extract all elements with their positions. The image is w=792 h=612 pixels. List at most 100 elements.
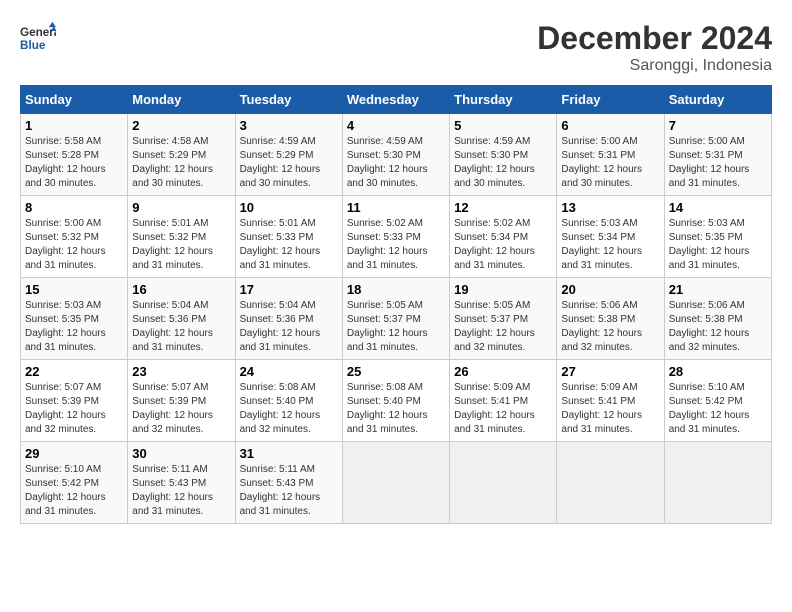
- logo-icon: General Blue: [20, 20, 56, 56]
- calendar-cell: 23Sunrise: 5:07 AMSunset: 5:39 PMDayligh…: [128, 360, 235, 442]
- calendar-cell: 28 Sunrise: 5:10 AMSunset: 5:42 PMDayligh…: [664, 360, 771, 442]
- weekday-header-wednesday: Wednesday: [342, 86, 449, 114]
- day-info: Sunrise: 5:01 AMSunset: 5:32 PMDaylight:…: [132, 217, 230, 273]
- day-number: 11: [347, 200, 445, 215]
- calendar-cell: 5 Sunrise: 4:59 AMSunset: 5:30 PMDaylight…: [450, 114, 557, 196]
- day-info: Sunrise: 5:10 AMSunset: 5:42 PMDaylight:…: [669, 381, 767, 437]
- day-info: Sunrise: 5:03 AMSunset: 5:34 PMDaylight:…: [561, 217, 659, 273]
- calendar-cell: [664, 442, 771, 524]
- calendar-cell: [557, 442, 664, 524]
- location: Saronggi, Indonesia: [537, 57, 772, 75]
- day-info: Sunrise: 5:06 AMSunset: 5:38 PMDaylight:…: [561, 299, 659, 355]
- day-info: Sunrise: 5:09 AMSunset: 5:41 PMDaylight:…: [561, 381, 659, 437]
- calendar-week-row: 15 Sunrise: 5:03 AMSunset: 5:35 PMDayligh…: [21, 278, 772, 360]
- day-number: 22: [25, 364, 123, 379]
- calendar-week-row: 22 Sunrise: 5:07 AMSunset: 5:39 PMDayligh…: [21, 360, 772, 442]
- calendar-cell: 16 Sunrise: 5:04 AMSunset: 5:36 PMDayligh…: [128, 278, 235, 360]
- day-number: 26: [454, 364, 552, 379]
- day-number: 4: [347, 118, 445, 133]
- calendar-cell: 30 Sunrise: 5:11 AMSunset: 5:43 PMDayligh…: [128, 442, 235, 524]
- calendar-cell: [450, 442, 557, 524]
- day-info: Sunrise: 5:05 AMSunset: 5:37 PMDaylight:…: [454, 299, 552, 355]
- day-number: 15: [25, 282, 123, 297]
- calendar-cell: 27 Sunrise: 5:09 AMSunset: 5:41 PMDayligh…: [557, 360, 664, 442]
- day-info: Sunrise: 5:00 AMSunset: 5:32 PMDaylight:…: [25, 217, 123, 273]
- day-info: Sunrise: 5:02 AMSunset: 5:33 PMDaylight:…: [347, 217, 445, 273]
- day-info: Sunrise: 5:01 AMSunset: 5:33 PMDaylight:…: [240, 217, 338, 273]
- weekday-header-friday: Friday: [557, 86, 664, 114]
- weekday-header-monday: Monday: [128, 86, 235, 114]
- day-number: 14: [669, 200, 767, 215]
- day-info: Sunrise: 5:08 AMSunset: 5:40 PMDaylight:…: [347, 381, 445, 437]
- day-number: 28: [669, 364, 767, 379]
- title-block: December 2024 Saronggi, Indonesia: [537, 20, 772, 75]
- calendar-cell: 17 Sunrise: 5:04 AMSunset: 5:36 PMDayligh…: [235, 278, 342, 360]
- calendar-cell: 4 Sunrise: 4:59 AMSunset: 5:30 PMDaylight…: [342, 114, 449, 196]
- calendar-cell: 8 Sunrise: 5:00 AMSunset: 5:32 PMDaylight…: [21, 196, 128, 278]
- calendar-cell: 31 Sunrise: 5:11 AMSunset: 5:43 PMDayligh…: [235, 442, 342, 524]
- calendar-cell: 12 Sunrise: 5:02 AMSunset: 5:34 PMDayligh…: [450, 196, 557, 278]
- day-info: Sunrise: 5:00 AMSunset: 5:31 PMDaylight:…: [561, 135, 659, 191]
- day-number: 8: [25, 200, 123, 215]
- day-number: 21: [669, 282, 767, 297]
- day-info: Sunrise: 5:08 AMSunset: 5:40 PMDaylight:…: [240, 381, 338, 437]
- weekday-header-thursday: Thursday: [450, 86, 557, 114]
- day-number: 30: [132, 446, 230, 461]
- day-number: 18: [347, 282, 445, 297]
- svg-text:Blue: Blue: [20, 39, 46, 52]
- calendar-cell: 18Sunrise: 5:05 AMSunset: 5:37 PMDayligh…: [342, 278, 449, 360]
- calendar-cell: 2 Sunrise: 4:58 AMSunset: 5:29 PMDaylight…: [128, 114, 235, 196]
- weekday-header-tuesday: Tuesday: [235, 86, 342, 114]
- calendar-cell: 26 Sunrise: 5:09 AMSunset: 5:41 PMDayligh…: [450, 360, 557, 442]
- day-info: Sunrise: 4:59 AMSunset: 5:30 PMDaylight:…: [454, 135, 552, 191]
- calendar-cell: 24Sunrise: 5:08 AMSunset: 5:40 PMDayligh…: [235, 360, 342, 442]
- day-number: 16: [132, 282, 230, 297]
- calendar-week-row: 1 Sunrise: 5:58 AMSunset: 5:28 PMDaylight…: [21, 114, 772, 196]
- day-info: Sunrise: 5:04 AMSunset: 5:36 PMDaylight:…: [132, 299, 230, 355]
- day-info: Sunrise: 4:59 AMSunset: 5:30 PMDaylight:…: [347, 135, 445, 191]
- calendar-cell: 11 Sunrise: 5:02 AMSunset: 5:33 PMDayligh…: [342, 196, 449, 278]
- day-number: 31: [240, 446, 338, 461]
- day-number: 12: [454, 200, 552, 215]
- day-number: 10: [240, 200, 338, 215]
- day-info: Sunrise: 4:59 AMSunset: 5:29 PMDaylight:…: [240, 135, 338, 191]
- day-info: Sunrise: 5:58 AMSunset: 5:28 PMDaylight:…: [25, 135, 123, 191]
- day-number: 23: [132, 364, 230, 379]
- day-info: Sunrise: 5:02 AMSunset: 5:34 PMDaylight:…: [454, 217, 552, 273]
- day-number: 9: [132, 200, 230, 215]
- logo: General Blue: [20, 20, 56, 56]
- day-info: Sunrise: 4:58 AMSunset: 5:29 PMDaylight:…: [132, 135, 230, 191]
- svg-text:General: General: [20, 26, 56, 39]
- calendar-table: SundayMondayTuesdayWednesdayThursdayFrid…: [20, 85, 772, 524]
- calendar-cell: 20Sunrise: 5:06 AMSunset: 5:38 PMDayligh…: [557, 278, 664, 360]
- day-number: 13: [561, 200, 659, 215]
- day-number: 5: [454, 118, 552, 133]
- day-info: Sunrise: 5:06 AMSunset: 5:38 PMDaylight:…: [669, 299, 767, 355]
- day-info: Sunrise: 5:03 AMSunset: 5:35 PMDaylight:…: [669, 217, 767, 273]
- calendar-cell: 13 Sunrise: 5:03 AMSunset: 5:34 PMDayligh…: [557, 196, 664, 278]
- day-number: 2: [132, 118, 230, 133]
- day-info: Sunrise: 5:04 AMSunset: 5:36 PMDaylight:…: [240, 299, 338, 355]
- day-number: 17: [240, 282, 338, 297]
- calendar-week-row: 8 Sunrise: 5:00 AMSunset: 5:32 PMDaylight…: [21, 196, 772, 278]
- page-header: General Blue December 2024 Saronggi, Ind…: [20, 20, 772, 75]
- calendar-cell: 22 Sunrise: 5:07 AMSunset: 5:39 PMDayligh…: [21, 360, 128, 442]
- day-info: Sunrise: 5:07 AMSunset: 5:39 PMDaylight:…: [25, 381, 123, 437]
- calendar-cell: [342, 442, 449, 524]
- day-number: 19: [454, 282, 552, 297]
- day-number: 6: [561, 118, 659, 133]
- calendar-cell: 3 Sunrise: 4:59 AMSunset: 5:29 PMDaylight…: [235, 114, 342, 196]
- day-number: 25: [347, 364, 445, 379]
- day-info: Sunrise: 5:09 AMSunset: 5:41 PMDaylight:…: [454, 381, 552, 437]
- calendar-cell: 9 Sunrise: 5:01 AMSunset: 5:32 PMDaylight…: [128, 196, 235, 278]
- day-info: Sunrise: 5:11 AMSunset: 5:43 PMDaylight:…: [240, 463, 338, 519]
- calendar-cell: 14 Sunrise: 5:03 AMSunset: 5:35 PMDayligh…: [664, 196, 771, 278]
- day-number: 27: [561, 364, 659, 379]
- calendar-cell: 15 Sunrise: 5:03 AMSunset: 5:35 PMDayligh…: [21, 278, 128, 360]
- day-info: Sunrise: 5:03 AMSunset: 5:35 PMDaylight:…: [25, 299, 123, 355]
- day-info: Sunrise: 5:11 AMSunset: 5:43 PMDaylight:…: [132, 463, 230, 519]
- calendar-cell: 1 Sunrise: 5:58 AMSunset: 5:28 PMDaylight…: [21, 114, 128, 196]
- day-number: 1: [25, 118, 123, 133]
- weekday-header-saturday: Saturday: [664, 86, 771, 114]
- day-number: 3: [240, 118, 338, 133]
